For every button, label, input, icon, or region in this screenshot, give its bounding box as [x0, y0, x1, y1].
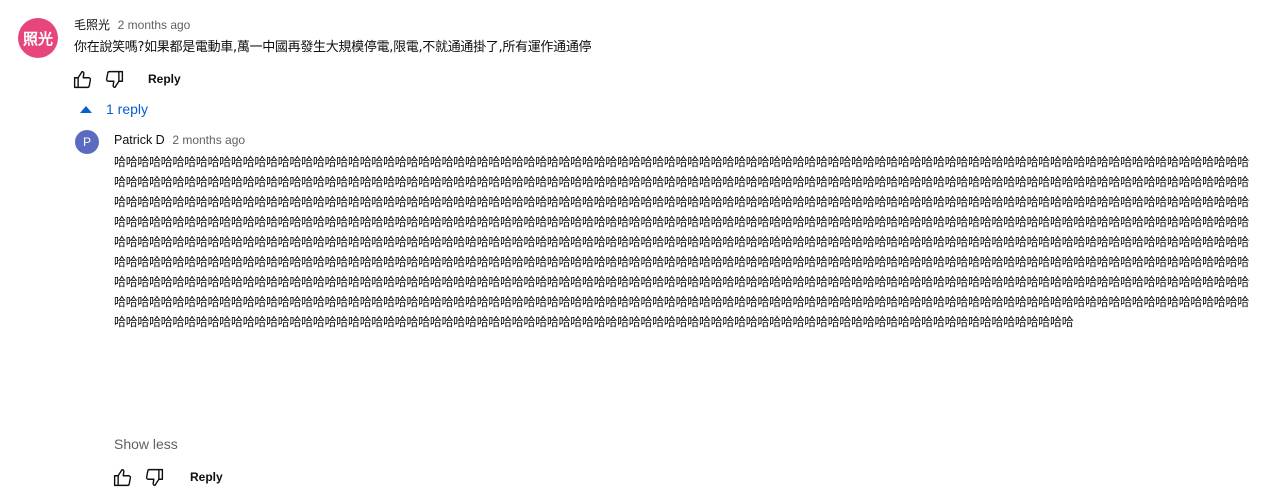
reply-like-button[interactable]: [110, 465, 134, 489]
avatar[interactable]: 照光: [18, 18, 58, 58]
thumbs-up-icon: [113, 468, 131, 486]
like-button[interactable]: [70, 67, 94, 91]
reply-timestamp[interactable]: 2 months ago: [172, 133, 245, 147]
thumbs-up-icon: [73, 70, 91, 88]
reply-button[interactable]: Reply: [138, 68, 191, 90]
show-less-button[interactable]: Show less: [114, 436, 178, 452]
replies-count-label: 1 reply: [106, 101, 149, 117]
thumbs-down-icon: [105, 70, 123, 88]
comment-timestamp[interactable]: 2 months ago: [118, 18, 191, 32]
dislike-button[interactable]: [102, 67, 126, 91]
caret-up-icon: [80, 105, 92, 113]
comment-author[interactable]: 毛照光: [74, 18, 110, 32]
thumbs-down-icon: [145, 468, 163, 486]
reply-text: 哈哈哈哈哈哈哈哈哈哈哈哈哈哈哈哈哈哈哈哈哈哈哈哈哈哈哈哈哈哈哈哈哈哈哈哈哈哈哈哈…: [114, 155, 1249, 329]
reply-reply-button[interactable]: Reply: [180, 466, 233, 488]
comment-actions: Reply: [70, 67, 191, 91]
replies-toggle-button[interactable]: 1 reply: [78, 101, 148, 117]
reply-avatar[interactable]: P: [75, 130, 99, 154]
comment-thread: 照光 毛照光 2 months ago 你在說笑嗎?如果都是電動車,萬一中國再發…: [0, 0, 1285, 494]
comment-text: 你在說笑嗎?如果都是電動車,萬一中國再發生大規模停電,限電,不就通通掛了,所有運…: [74, 40, 592, 55]
reply-header: Patrick D 2 months ago: [114, 131, 245, 149]
reply-actions: Reply: [110, 465, 233, 489]
comment-header: 毛照光 2 months ago: [74, 16, 190, 34]
reply-dislike-button[interactable]: [142, 465, 166, 489]
reply-author[interactable]: Patrick D: [114, 133, 165, 147]
